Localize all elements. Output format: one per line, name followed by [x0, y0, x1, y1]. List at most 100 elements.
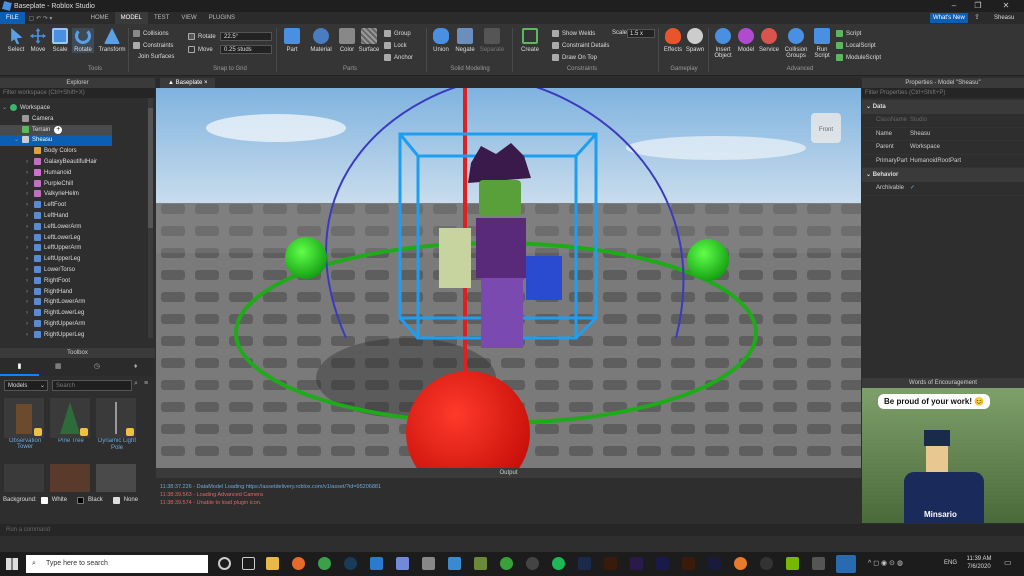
command-bar-input[interactable]: Run a command — [0, 524, 1024, 536]
tree-item-left-hand[interactable]: › LeftHand — [0, 211, 148, 222]
move-tool-button[interactable]: Move — [28, 28, 48, 53]
toolbox-item[interactable]: Dynamic Light Pole — [96, 398, 138, 452]
share-icon[interactable]: ⇪ — [974, 12, 980, 24]
edge-icon[interactable] — [370, 557, 383, 570]
language-indicator[interactable]: ENG — [944, 560, 957, 566]
transform-tool-button[interactable]: Transform — [98, 28, 126, 53]
windows-start-icon[interactable] — [6, 558, 18, 570]
spotify-icon[interactable] — [552, 557, 565, 570]
blender-icon[interactable] — [734, 557, 747, 570]
tree-item-left-lower-leg[interactable]: › LeftLowerLeg — [0, 233, 148, 244]
property-row[interactable]: ClassName Studio — [862, 114, 1024, 128]
tree-item-purple-chill[interactable]: › PurpleChill — [0, 179, 148, 190]
insert-object-button[interactable]: Insert Object — [711, 28, 735, 59]
negate-button[interactable]: Negate — [454, 28, 476, 53]
none-swatch[interactable] — [112, 496, 120, 504]
steam-icon[interactable] — [344, 557, 357, 570]
material-button[interactable]: Material — [308, 28, 334, 53]
file-menu[interactable]: FILE — [0, 12, 25, 24]
scale-input[interactable]: 1.5 x — [627, 29, 655, 38]
toolbox-item-thumbnail[interactable] — [96, 464, 136, 492]
explorer-filter-input[interactable]: Filter workspace (Ctrl+Shift+X) — [0, 88, 155, 98]
creations-tab-icon[interactable]: ♦ — [116, 358, 155, 376]
3d-viewport[interactable]: Front — [156, 88, 861, 468]
filter-icon[interactable]: ≡ — [144, 380, 148, 387]
tree-item-workspace[interactable]: ⌄ Workspace — [0, 103, 148, 114]
select-tool-button[interactable]: Select — [6, 28, 26, 53]
explorer-scrollbar[interactable] — [148, 98, 153, 338]
animate-icon[interactable] — [682, 557, 695, 570]
marketplace-tab-icon[interactable]: ▦ — [39, 358, 78, 376]
move-increment-input[interactable]: 0.25 studs — [220, 45, 272, 54]
tab-model[interactable]: MODEL — [114, 12, 149, 24]
property-row-primary-part[interactable]: PrimaryPart HumanoidRootPart — [862, 155, 1024, 168]
modulescript-button[interactable]: ModuleScript — [836, 54, 881, 61]
tree-item-left-foot[interactable]: › LeftFoot — [0, 200, 148, 211]
tree-item-humanoid[interactable]: › Humanoid — [0, 168, 148, 179]
spawn-button[interactable]: Spawn — [684, 28, 706, 53]
tree-item-lower-torso[interactable]: › LowerTorso — [0, 265, 148, 276]
tree-item-right-hand[interactable]: › RightHand — [0, 287, 148, 298]
union-button[interactable]: Union — [430, 28, 452, 53]
archivable-checkbox[interactable]: ✓ — [900, 182, 915, 195]
xbox-icon[interactable] — [500, 557, 513, 570]
photoshop-icon[interactable] — [578, 557, 591, 570]
effects-button[interactable]: Effects — [662, 28, 684, 53]
store-icon[interactable] — [448, 557, 461, 570]
property-row-archivable[interactable]: Archivable ✓ — [862, 182, 1024, 196]
headphones-icon[interactable] — [526, 557, 539, 570]
join-surfaces-toggle[interactable]: Join Surfaces — [138, 54, 174, 60]
separate-button[interactable]: Separate — [478, 28, 506, 53]
tree-item-right-upper-arm[interactable]: › RightUpperArm — [0, 319, 148, 330]
tab-test[interactable]: TEST — [148, 12, 175, 24]
tree-item-camera[interactable]: Camera — [0, 114, 148, 125]
discord-icon[interactable] — [396, 557, 409, 570]
toolbox-search-input[interactable]: Search — [52, 380, 132, 391]
add-object-icon[interactable]: + — [54, 125, 63, 134]
obs-icon[interactable] — [760, 557, 773, 570]
black-swatch[interactable] — [77, 496, 85, 504]
run-script-button[interactable]: Run Script — [812, 28, 832, 59]
constraint-details-toggle[interactable]: Constraint Details — [552, 42, 609, 49]
username[interactable]: Sheasu — [994, 12, 1014, 24]
part-button[interactable]: Part — [282, 28, 302, 53]
color-button[interactable]: Color — [336, 28, 358, 53]
after-effects-icon[interactable] — [656, 557, 669, 570]
app-icon[interactable] — [812, 557, 825, 570]
tree-item-left-upper-leg[interactable]: › LeftUpperLeg — [0, 254, 148, 265]
tab-view[interactable]: VIEW — [175, 12, 202, 24]
tray-icons[interactable]: ^ ◻ ◉ ⊙ ◍ — [868, 559, 903, 567]
maximize-button[interactable]: ❐ — [968, 0, 988, 12]
notifications-icon[interactable]: ▭ — [1004, 558, 1012, 567]
cortana-icon[interactable] — [218, 557, 231, 570]
lock-button[interactable]: Lock — [384, 42, 407, 49]
minecraft-icon[interactable] — [474, 557, 487, 570]
nvidia-icon[interactable] — [786, 557, 799, 570]
script-button[interactable]: Script — [836, 30, 861, 37]
tree-item-terrain[interactable]: Terrain + — [0, 124, 112, 136]
taskbar-search-input[interactable]: ⌕ Type here to search — [26, 555, 208, 573]
inventory-tab-icon[interactable]: ▮ — [0, 358, 39, 376]
properties-filter-input[interactable]: Filter Properties (Ctrl+Shift+P) — [862, 88, 1024, 98]
illustrator-icon[interactable] — [604, 557, 617, 570]
rotate-increment-input[interactable]: 22.5° — [220, 32, 272, 41]
service-button[interactable]: Service — [758, 28, 780, 53]
tree-item-body-colors[interactable]: Body Colors — [0, 146, 148, 157]
task-view-icon[interactable] — [242, 557, 255, 570]
recent-tab-icon[interactable]: ◷ — [78, 358, 117, 376]
show-welds-toggle[interactable]: Show Welds — [552, 30, 595, 37]
tab-baseplate[interactable]: ▲ Baseplate × — [160, 78, 216, 88]
draw-on-top-toggle[interactable]: Draw On Top — [552, 54, 597, 61]
tree-item-galaxy-hair[interactable]: › GalaxyBeautifulHair — [0, 157, 148, 168]
viewport-scene[interactable]: Front — [156, 88, 861, 468]
property-row-parent[interactable]: Parent Workspace — [862, 141, 1024, 155]
constraints-toggle[interactable]: Constraints — [133, 42, 173, 49]
tree-item-right-lower-arm[interactable]: › RightLowerArm — [0, 297, 148, 308]
model-button[interactable]: Model — [736, 28, 756, 53]
search-icon[interactable]: ⌕ — [134, 380, 138, 388]
roblox-icon[interactable] — [422, 557, 435, 570]
clock[interactable]: 11:39 AM 7/6/2020 — [962, 555, 996, 571]
white-swatch[interactable] — [40, 496, 48, 504]
tree-item-right-upper-leg[interactable]: › RightUpperLeg — [0, 330, 148, 341]
tree-item-left-upper-arm[interactable]: › LeftUpperArm — [0, 243, 148, 254]
